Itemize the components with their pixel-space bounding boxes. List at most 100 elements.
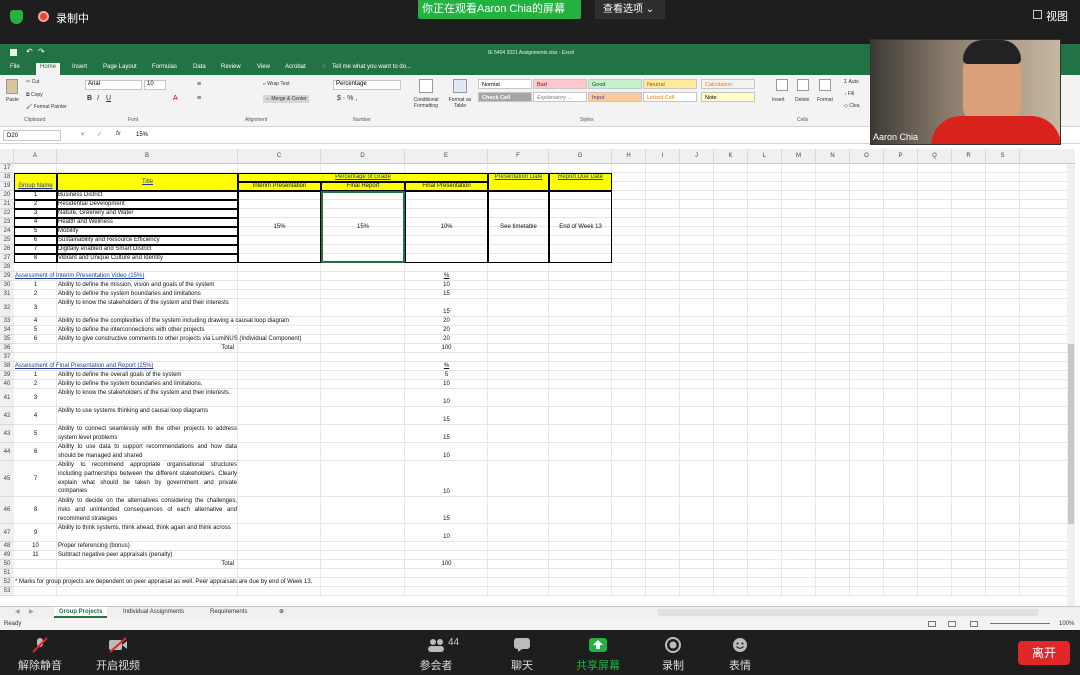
final-item-number[interactable]: 3 xyxy=(15,389,56,407)
copy-button[interactable]: ⧉ Copy xyxy=(26,92,43,98)
unmute-button[interactable]: 解除静音 xyxy=(12,637,68,673)
style-input[interactable]: Input xyxy=(588,92,642,102)
interim-item-number[interactable]: 6 xyxy=(15,335,56,344)
final-item-weight[interactable]: 10 xyxy=(406,389,487,407)
row-header-41[interactable]: 41 xyxy=(0,389,14,407)
align-left-icon[interactable]: ≡ xyxy=(197,95,201,102)
tab-page-layout[interactable]: Page Layout xyxy=(103,64,137,70)
final-item-number[interactable]: 4 xyxy=(15,407,56,425)
view-label[interactable]: 视图 xyxy=(1046,8,1068,24)
final-total-value[interactable]: 100 xyxy=(406,560,487,569)
interim-item-weight[interactable]: 15 xyxy=(406,299,487,317)
group-number[interactable]: 8 xyxy=(15,254,56,263)
final-item-weight[interactable]: 5 xyxy=(406,371,487,380)
final-item-number[interactable]: 8 xyxy=(15,497,56,524)
final-total-label[interactable]: Total xyxy=(58,560,237,569)
style-explanatory[interactable]: Explanatory ... xyxy=(533,92,587,102)
column-header-j[interactable]: J xyxy=(680,149,714,164)
column-header-s[interactable]: S xyxy=(986,149,1020,164)
row-header-32[interactable]: 32 xyxy=(0,299,14,317)
final-item-weight[interactable]: 15 xyxy=(406,425,487,443)
header-report-due[interactable]: Report Due Date xyxy=(550,173,611,182)
grade-final-presentation[interactable]: 10% xyxy=(406,191,487,263)
column-header-g[interactable]: G xyxy=(549,149,612,164)
security-shield-icon[interactable] xyxy=(10,10,23,24)
interim-item-weight[interactable]: 20 xyxy=(406,326,487,335)
column-header-p[interactable]: P xyxy=(884,149,918,164)
select-all-corner[interactable] xyxy=(0,149,14,164)
column-header-l[interactable]: L xyxy=(748,149,782,164)
interim-item-number[interactable]: 2 xyxy=(15,290,56,299)
font-color-icon[interactable]: A xyxy=(173,95,178,102)
column-header-q[interactable]: Q xyxy=(918,149,952,164)
sheet-tab-requirements[interactable]: Requirements xyxy=(205,607,252,618)
final-item-text[interactable]: Ability to use data to support recommend… xyxy=(58,443,237,461)
column-header-k[interactable]: K xyxy=(714,149,748,164)
style-note[interactable]: Note xyxy=(701,92,755,102)
conditional-formatting-icon[interactable] xyxy=(419,79,433,93)
style-check-cell[interactable]: Check Cell xyxy=(478,92,532,102)
add-sheet-icon[interactable]: ⊕ xyxy=(274,607,289,618)
font-size-select[interactable]: 10 xyxy=(144,80,166,90)
format-label[interactable]: Format xyxy=(817,97,833,103)
format-cells-icon[interactable] xyxy=(819,79,831,91)
row-header-40[interactable]: 40 xyxy=(0,380,14,389)
interim-item-number[interactable]: 5 xyxy=(15,326,56,335)
sheet-tab-individual-assignments[interactable]: Individual Assignments xyxy=(118,607,189,618)
row-header-37[interactable]: 37 xyxy=(0,353,14,362)
group-number[interactable]: 7 xyxy=(15,245,56,254)
column-header-c[interactable]: C xyxy=(238,149,321,164)
column-header-e[interactable]: E xyxy=(405,149,488,164)
final-section-title[interactable]: Assessment of Final Presentation and Rep… xyxy=(15,362,237,371)
interim-total-value[interactable]: 100 xyxy=(406,344,487,353)
interim-item-number[interactable]: 4 xyxy=(15,317,56,326)
row-header-47[interactable]: 47 xyxy=(0,524,14,542)
row-header-30[interactable]: 30 xyxy=(0,281,14,290)
final-item-number[interactable]: 1 xyxy=(15,371,56,380)
delete-cells-icon[interactable] xyxy=(797,79,809,91)
paste-icon[interactable] xyxy=(6,79,18,94)
group-number[interactable]: 1 xyxy=(15,191,56,200)
row-header-25[interactable]: 25 xyxy=(0,236,14,245)
group-title[interactable]: Residential Development xyxy=(58,200,237,209)
tab-insert[interactable]: Insert xyxy=(72,64,87,70)
share-screen-button[interactable]: 共享屏幕 xyxy=(570,637,626,673)
style-neutral[interactable]: Neutral xyxy=(643,79,697,89)
row-header-17[interactable]: 17 xyxy=(0,164,14,173)
tab-data[interactable]: Data xyxy=(193,64,206,70)
final-item-number[interactable]: 10 xyxy=(15,542,56,551)
leave-button[interactable]: 离开 xyxy=(1018,641,1070,665)
tab-file[interactable]: File xyxy=(10,64,20,70)
final-item-text[interactable]: Proper referencing (bonus) xyxy=(58,542,237,551)
interim-pct-header[interactable]: % xyxy=(406,272,487,281)
tab-acrobat[interactable]: Acrobat xyxy=(285,64,306,70)
bold-icon[interactable]: B xyxy=(87,95,92,102)
row-header-42[interactable]: 42 xyxy=(0,407,14,425)
zoom-percentage[interactable]: 100% xyxy=(1059,618,1074,630)
column-header-h[interactable]: H xyxy=(612,149,646,164)
column-header-i[interactable]: I xyxy=(646,149,680,164)
interim-item-weight[interactable]: 15 xyxy=(406,290,487,299)
clear-button[interactable]: ◇ Clea xyxy=(844,103,860,109)
zoom-slider[interactable] xyxy=(990,623,1050,624)
final-item-text[interactable]: Ability to connect seamlessly with the o… xyxy=(58,425,237,443)
row-header-26[interactable]: 26 xyxy=(0,245,14,254)
header-final-presentation[interactable]: Final Presentation xyxy=(406,182,487,191)
normal-view-icon[interactable] xyxy=(928,621,936,627)
cancel-icon[interactable]: ✕ xyxy=(80,131,85,138)
final-item-number[interactable]: 2 xyxy=(15,380,56,389)
header-interim[interactable]: Interim Presentation xyxy=(239,182,320,191)
column-header-r[interactable]: R xyxy=(952,149,986,164)
group-title[interactable]: Mobility xyxy=(58,227,237,236)
group-number[interactable]: 2 xyxy=(15,200,56,209)
final-item-text[interactable]: Subtract negative peer appraisals (penal… xyxy=(58,551,237,560)
final-item-weight[interactable] xyxy=(406,542,487,551)
undo-icon[interactable]: ↶ xyxy=(26,47,33,56)
speaker-video[interactable]: Aaron Chia xyxy=(870,39,1061,145)
final-item-text[interactable]: Ability to think systems, think ahead, t… xyxy=(58,524,237,542)
insert-cells-icon[interactable] xyxy=(776,79,788,91)
group-number[interactable]: 6 xyxy=(15,236,56,245)
sheet-tab-group-projects[interactable]: Group Projects xyxy=(54,607,108,618)
row-header-43[interactable]: 43 xyxy=(0,425,14,443)
worksheet-grid[interactable]: 17 18 19 20 21 22 23 24 25 26 27 28 29 30 31 32 33 34 35 36… xyxy=(0,164,1075,606)
